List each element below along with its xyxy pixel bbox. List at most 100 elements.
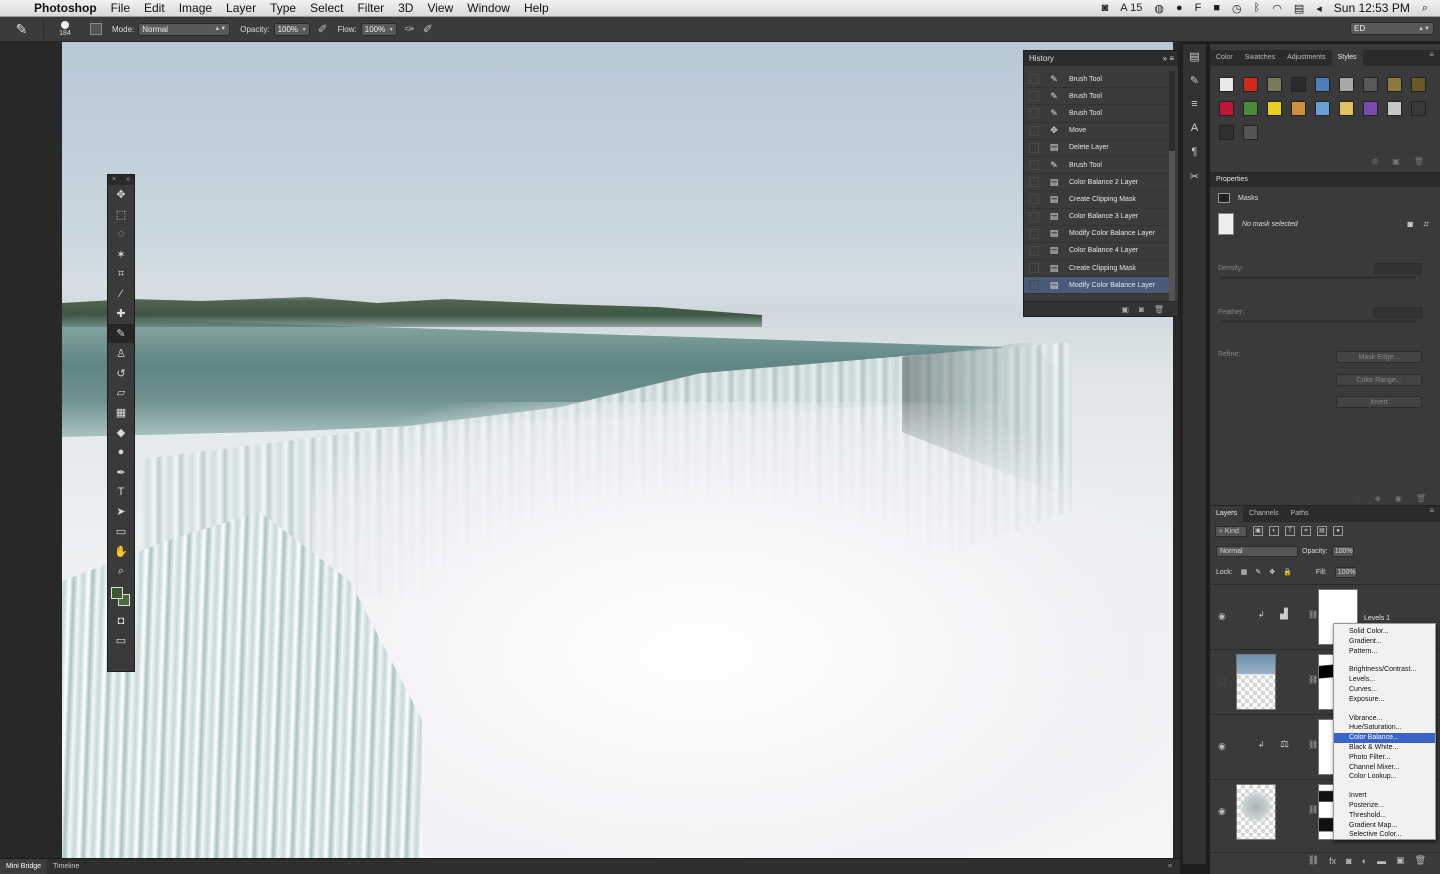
tab-layers[interactable]: Layers xyxy=(1210,506,1244,522)
trash-icon[interactable]: 🗑 xyxy=(1415,855,1426,866)
move-tool-icon[interactable]: ✥ xyxy=(108,185,134,205)
panel-menu-icon[interactable]: ≡ xyxy=(1168,863,1172,870)
chain-link-icon[interactable]: ⛓ xyxy=(1308,610,1318,619)
pressure-opacity-icon[interactable]: ✐ xyxy=(318,22,328,36)
adjustment-menu-item[interactable]: Solid Color... xyxy=(1334,627,1435,637)
history-brush-source-checkbox[interactable] xyxy=(1029,91,1039,102)
airbrush-icon[interactable]: ✑ xyxy=(405,22,415,36)
mask-edge-button[interactable]: Mask Edge... xyxy=(1336,351,1422,363)
tab-paths[interactable]: Paths xyxy=(1285,506,1315,522)
history-item[interactable]: ✥ Move xyxy=(1024,123,1169,140)
new-snapshot-icon[interactable]: ◙ xyxy=(1139,305,1144,314)
status-counter[interactable]: A 15 xyxy=(1120,2,1142,14)
smart-object-filter-icon[interactable]: ▤ xyxy=(1317,526,1327,536)
history-brush-tool-icon[interactable]: ↺ xyxy=(108,363,134,383)
invert-button[interactable]: Invert xyxy=(1336,396,1422,408)
history-item[interactable]: ▤ Color Balance 4 Layer xyxy=(1024,243,1169,261)
adjustment-menu-item[interactable]: Invert xyxy=(1334,791,1435,801)
quick-mask-icon[interactable]: ◘ xyxy=(108,611,134,631)
healing-brush-tool-icon[interactable]: ✚ xyxy=(108,304,134,324)
visibility-icon[interactable]: ◉ xyxy=(1395,494,1402,503)
adjustment-menu-item[interactable]: Pattern... xyxy=(1334,647,1435,657)
adjustment-menu-item[interactable]: Vibrance... xyxy=(1334,714,1435,724)
lock-image-icon[interactable]: ✎ xyxy=(1255,568,1261,576)
lasso-tool-icon[interactable]: ◌ xyxy=(108,225,134,245)
lock-position-icon[interactable]: ✥ xyxy=(1269,568,1275,576)
blur-tool-icon[interactable]: ◆ xyxy=(108,423,134,443)
adjustment-menu-item[interactable]: Posterize... xyxy=(1334,801,1435,811)
density-field[interactable] xyxy=(1374,263,1422,274)
camera-icon[interactable]: ◙ xyxy=(1102,2,1109,14)
scroll-thumb[interactable] xyxy=(1169,151,1175,301)
tab-color[interactable]: Color xyxy=(1210,50,1239,66)
eye-icon[interactable]: ◉ xyxy=(1218,741,1226,752)
flow-field[interactable]: 100% ▾ xyxy=(360,22,397,36)
adjustment-menu-item[interactable]: Exposure... xyxy=(1334,695,1435,705)
adjustment-filter-icon[interactable]: ◐ xyxy=(1269,526,1279,536)
menu-file[interactable]: File xyxy=(111,1,130,15)
layer-thumbnail[interactable] xyxy=(1236,654,1276,710)
tab-mini-bridge[interactable]: Mini Bridge xyxy=(0,858,48,874)
history-item[interactable]: ✎ Brush Tool xyxy=(1024,88,1169,106)
load-selection-icon[interactable]: ◌ xyxy=(1356,494,1361,503)
history-brush-source-checkbox[interactable] xyxy=(1029,142,1039,153)
style-swatch[interactable] xyxy=(1288,98,1312,122)
app-menu[interactable]: Photoshop xyxy=(34,1,97,15)
brush-presets-icon[interactable]: ≡ xyxy=(1183,92,1206,116)
brush-preset-picker[interactable]: 184 xyxy=(50,18,80,40)
adjustment-menu-item[interactable]: Gradient... xyxy=(1334,637,1435,647)
clone-stamp-tool-icon[interactable]: ♙ xyxy=(108,343,134,363)
adjustment-menu-item[interactable]: Selective Color... xyxy=(1334,830,1435,840)
shape-filter-icon[interactable]: ⌗ xyxy=(1301,526,1311,536)
style-swatch[interactable] xyxy=(1336,98,1360,122)
style-swatch[interactable] xyxy=(1216,122,1240,146)
adjustment-menu-item[interactable]: Brightness/Contrast... xyxy=(1334,665,1435,675)
feather-slider[interactable] xyxy=(1220,320,1416,323)
menu-view[interactable]: View xyxy=(427,1,453,15)
style-swatch[interactable] xyxy=(1336,74,1360,98)
history-scrollbar[interactable] xyxy=(1169,71,1175,301)
adjustment-menu-item[interactable]: Channel Mixer... xyxy=(1334,763,1435,773)
tab-channels[interactable]: Channels xyxy=(1243,506,1285,522)
new-group-icon[interactable]: ▬ xyxy=(1377,856,1386,866)
menu-image[interactable]: Image xyxy=(179,1,212,15)
eye-hidden-icon[interactable]: ▢ xyxy=(1218,676,1227,687)
flag-icon[interactable]: ▤ xyxy=(1294,2,1304,15)
layer-style-icon[interactable]: fx xyxy=(1329,856,1336,866)
link-layers-icon[interactable]: ⛓ xyxy=(1308,855,1319,866)
eye-icon[interactable]: ◉ xyxy=(1218,806,1226,817)
panel-menu-icon[interactable]: ≡ xyxy=(1429,50,1434,59)
apply-mask-icon[interactable]: ◈ xyxy=(1375,494,1381,503)
style-swatch[interactable] xyxy=(1384,98,1408,122)
new-style-icon[interactable]: ▣ xyxy=(1392,157,1400,166)
menu-filter[interactable]: Filter xyxy=(357,1,384,15)
adjustment-menu-item[interactable]: Gradient Map... xyxy=(1334,821,1435,831)
tab-styles[interactable]: Styles xyxy=(1331,50,1363,66)
history-brush-source-checkbox[interactable] xyxy=(1029,280,1039,291)
clock[interactable]: Sun 12:53 PM xyxy=(1334,1,1410,15)
style-swatch[interactable] xyxy=(1240,122,1264,146)
type-filter-icon[interactable]: T xyxy=(1285,526,1295,536)
menu-help[interactable]: Help xyxy=(524,1,549,15)
new-document-from-state-icon[interactable]: ▣ xyxy=(1121,305,1129,314)
vector-mask-icon[interactable]: ⌗ xyxy=(1423,219,1428,230)
properties-panel-title[interactable]: Properties xyxy=(1210,173,1440,187)
history-item[interactable]: ✎ Brush Tool xyxy=(1024,157,1169,175)
eye-icon[interactable]: ◉ xyxy=(1218,611,1226,622)
history-item[interactable]: ✎ Brush Tool xyxy=(1024,71,1169,89)
trash-icon[interactable]: 🗑 xyxy=(1414,157,1424,166)
history-item[interactable]: ▤ Color Balance 2 Layer xyxy=(1024,174,1169,192)
history-item[interactable]: ▤ Create Clipping Mask xyxy=(1024,260,1169,278)
dot-icon[interactable]: ● xyxy=(1176,2,1183,14)
adjustment-menu-item[interactable]: Levels... xyxy=(1334,675,1435,685)
character-panel-icon[interactable]: A xyxy=(1183,116,1206,140)
menu-select[interactable]: Select xyxy=(310,1,343,15)
adjustment-menu-item[interactable]: Photo Filter... xyxy=(1334,753,1435,763)
tool-preset-picker[interactable]: ✎ xyxy=(0,19,44,39)
history-item[interactable]: ✎ Brush Tool xyxy=(1024,105,1169,123)
history-item[interactable]: ▤ Delete Layer xyxy=(1024,140,1169,157)
style-swatch[interactable] xyxy=(1240,74,1264,98)
document-canvas-area[interactable] xyxy=(0,42,1180,858)
history-brush-source-checkbox[interactable] xyxy=(1029,125,1039,136)
path-selection-tool-icon[interactable]: ➤ xyxy=(108,502,134,522)
